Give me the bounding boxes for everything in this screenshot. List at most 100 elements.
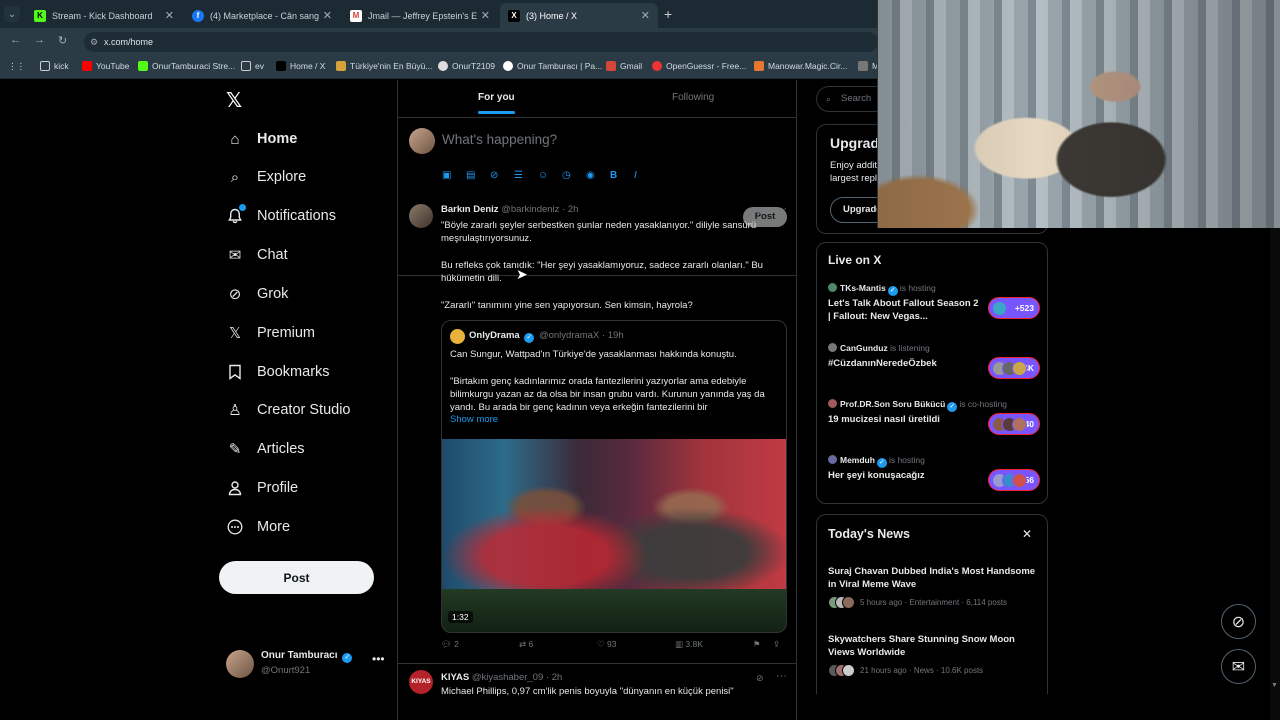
- bookmark-manowar[interactable]: Manowar.Magic.Cir...: [754, 61, 847, 71]
- grok-icon[interactable]: ⊘: [756, 673, 764, 684]
- bookmark-icon[interactable]: ⚑: [753, 639, 761, 650]
- live-space-item[interactable]: Memduh✓is hosting Her şeyi konuşacağız +…: [828, 455, 1040, 503]
- tweet-author-handle[interactable]: @barkindeniz: [501, 204, 559, 215]
- more-dots-icon[interactable]: ···: [776, 670, 787, 682]
- apps-icon[interactable]: ⋮⋮: [8, 61, 25, 72]
- nav-bookmarks[interactable]: Bookmarks: [226, 359, 330, 385]
- browser-toolbar: ← → ↻ ⚙ x.com/home: [0, 28, 878, 55]
- nav-chat[interactable]: ✉ Chat: [226, 242, 288, 268]
- grok-icon[interactable]: ⊘: [756, 206, 764, 217]
- tweet[interactable]: Barkın Deniz @barkindeniz · 2h ⊘ ··· "Bö…: [398, 198, 796, 663]
- nav-articles[interactable]: ✎ Articles: [226, 436, 305, 462]
- avatar[interactable]: KIYAS: [409, 670, 433, 694]
- live-space-item[interactable]: TKs-Mantis ✓ is hosting Let's Talk About F…: [828, 283, 1040, 331]
- bookmark-onur-pa[interactable]: Onur Tamburacı | Pa...: [503, 61, 602, 71]
- close-icon[interactable]: ✕: [165, 9, 174, 22]
- mail-icon: ✉: [228, 247, 242, 264]
- nav-label: Chat: [257, 247, 288, 263]
- tab-for-you[interactable]: For you: [478, 92, 515, 114]
- media-icon[interactable]: ▣: [442, 170, 466, 181]
- nav-home[interactable]: ⌂ Home: [226, 126, 297, 152]
- grok-float-button[interactable]: ⊘: [1221, 604, 1256, 639]
- x-logo-icon[interactable]: 𝕏: [226, 88, 242, 113]
- reload-icon[interactable]: ↻: [58, 34, 67, 47]
- browser-tab-facebook[interactable]: f (4) Marketplace - Cân sang nhượ ✕: [184, 3, 340, 28]
- emoji-icon[interactable]: ☺: [538, 170, 562, 181]
- bookmark-onurt2109[interactable]: OnurT2109: [438, 61, 495, 71]
- bookmark-ev[interactable]: ev: [241, 61, 264, 71]
- show-more-link[interactable]: Show more: [450, 414, 498, 425]
- reply-button[interactable]: 💬︎ 2: [441, 639, 459, 650]
- more-dots-icon[interactable]: ···: [776, 203, 787, 215]
- tab-list-button[interactable]: ⌄: [4, 6, 20, 22]
- nav-explore[interactable]: ⌕ Explore: [226, 164, 306, 190]
- bold-icon[interactable]: B: [610, 170, 634, 181]
- back-icon[interactable]: ←: [10, 34, 21, 46]
- close-icon[interactable]: ✕: [481, 9, 490, 22]
- italic-icon[interactable]: I: [634, 170, 658, 181]
- live-space-item[interactable]: Prof.DR.Son Soru Bükücü ✓ is co-hosting 19…: [828, 399, 1040, 447]
- forward-icon[interactable]: →: [34, 34, 45, 46]
- account-switcher[interactable]: Onur Tamburacı ✓ @Onurt921 •••: [226, 648, 385, 680]
- avatar[interactable]: [409, 204, 433, 228]
- repost-button[interactable]: ⇄ 6: [519, 639, 533, 650]
- messages-float-button[interactable]: ✉: [1221, 649, 1256, 684]
- bookmark-openguessr[interactable]: OpenGuessr - Free...: [652, 61, 746, 71]
- gif-icon[interactable]: ▤: [466, 170, 490, 181]
- bookmark-kick[interactable]: kick: [40, 61, 69, 71]
- tweet-time[interactable]: · 2h: [562, 204, 578, 215]
- more-dots-icon[interactable]: •••: [372, 652, 385, 666]
- news-item[interactable]: Suraj Chavan Dubbed India's Most Handsom…: [828, 565, 1040, 609]
- nav-premium[interactable]: 𝕏 Premium: [226, 320, 315, 346]
- tweet-author-name[interactable]: Barkın Deniz: [441, 204, 499, 215]
- bookmark-turkiye[interactable]: Türkiye'nin En Büyü...: [336, 61, 432, 71]
- video-thumbnail[interactable]: 1:32: [442, 439, 786, 632]
- nav-grok[interactable]: ⊘ Grok: [226, 281, 289, 307]
- tab-label: Stream - Kick Dashboard: [52, 10, 153, 21]
- quoted-tweet[interactable]: OnlyDrama ✓ @onlydramaX · 19h Can Sungur…: [441, 320, 787, 633]
- bookmark-gmail[interactable]: Gmail: [606, 61, 642, 71]
- avatar-stack: [828, 664, 856, 677]
- live-space-title: Her şeyi konuşacağız: [828, 470, 925, 481]
- tweet-actions: 💬︎ 2 ⇄ 6 ♡ 93 ▥ 3.8K ⚑ ⇪: [441, 639, 787, 655]
- news-item[interactable]: Skywatchers Share Stunning Snow Moon Vie…: [828, 633, 1040, 677]
- browser-tab-x[interactable]: X (3) Home / X ✕: [500, 3, 658, 28]
- avatar: [828, 455, 837, 464]
- nav-notifications[interactable]: Notifications: [226, 203, 336, 229]
- composer-input[interactable]: What's happening?: [442, 132, 557, 147]
- bookmark-youtube[interactable]: YouTube: [82, 61, 129, 71]
- browser-tab-jmail[interactable]: M Jmail — Jeffrey Epstein's Emails ✕: [342, 3, 498, 28]
- post-button[interactable]: Post: [219, 561, 374, 594]
- bookmark-m[interactable]: M: [858, 61, 879, 71]
- nav-more[interactable]: More: [226, 514, 290, 540]
- close-icon[interactable]: ✕: [641, 9, 650, 22]
- tweet-author-name[interactable]: KIYAS: [441, 672, 469, 683]
- close-icon[interactable]: ✕: [323, 9, 332, 22]
- bookmark-onur-stream[interactable]: OnurTamburaci Stre...: [138, 61, 235, 71]
- views-button[interactable]: ▥ 3.8K: [675, 639, 703, 650]
- quote-time: · 19h: [601, 330, 624, 341]
- address-bar[interactable]: ⚙ x.com/home: [84, 32, 878, 52]
- folder-icon: [40, 61, 50, 71]
- bookmark-home-x[interactable]: Home / X: [276, 61, 325, 71]
- new-tab-button[interactable]: +: [664, 6, 672, 22]
- grok-icon: ⊘: [1231, 613, 1246, 631]
- schedule-icon[interactable]: ◷: [562, 170, 586, 181]
- tweet-time[interactable]: · 2h: [546, 672, 562, 683]
- poll-icon[interactable]: ☰: [514, 170, 538, 181]
- browser-tab-kick[interactable]: K Stream - Kick Dashboard ✕: [26, 3, 182, 28]
- location-icon[interactable]: ◉: [586, 170, 610, 181]
- live-space-item[interactable]: CanGunduz is listening #CüzdanınNeredeÖz…: [828, 343, 1040, 391]
- nav-creator-studio[interactable]: ♙ Creator Studio: [226, 397, 350, 423]
- share-icon[interactable]: ⇪: [773, 639, 780, 650]
- grok-icon[interactable]: ⊘: [490, 170, 514, 181]
- tweet[interactable]: KIYAS KIYAS @kiyashaber_09 · 2h ⊘ ··· Mi…: [398, 663, 796, 720]
- site-info-icon[interactable]: ⚙: [90, 32, 98, 52]
- nav-profile[interactable]: Profile: [226, 475, 298, 501]
- scroll-down-arrow-icon[interactable]: ▼: [1271, 682, 1278, 689]
- like-button[interactable]: ♡ 93: [597, 639, 616, 650]
- tab-label: (4) Marketplace - Cân sang nhượ: [210, 10, 319, 21]
- close-icon[interactable]: ✕: [1022, 527, 1032, 541]
- tweet-author-handle[interactable]: @kiyashaber_09: [472, 672, 543, 683]
- tab-following[interactable]: Following: [672, 92, 714, 103]
